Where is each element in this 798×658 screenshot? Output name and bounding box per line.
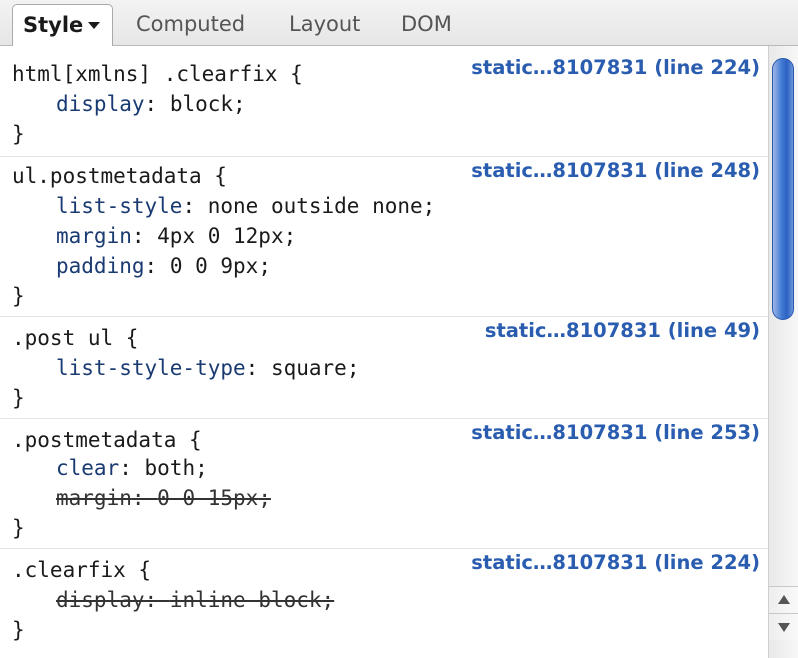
property-value: 0 0 9px xyxy=(169,254,259,278)
source-link[interactable]: static…8107831 (line 49) xyxy=(485,317,760,345)
tab-layout[interactable]: Layout xyxy=(289,4,360,46)
source-link[interactable]: static…8107831 (line 224) xyxy=(471,549,760,577)
property-name: margin xyxy=(56,224,132,248)
property-value: 0 0 15px xyxy=(157,486,259,510)
source-link[interactable]: static…8107831 (line 224) xyxy=(471,54,760,82)
css-property[interactable]: list-style-type: square; xyxy=(56,353,359,383)
arrow-down-icon xyxy=(778,623,790,632)
css-property-overridden[interactable]: margin: 0 0 15px; xyxy=(56,483,271,513)
css-rule: .post ul { static…8107831 (line 49) list… xyxy=(0,316,768,416)
css-rule: ul.postmetadata { static…8107831 (line 2… xyxy=(0,156,768,312)
property-value: both xyxy=(144,456,196,480)
source-link[interactable]: static…8107831 (line 253) xyxy=(471,419,760,447)
tab-computed[interactable]: Computed xyxy=(136,4,245,46)
property-name: list-style xyxy=(56,194,183,218)
property-value: block xyxy=(169,92,234,116)
scrollbar-thumb[interactable] xyxy=(772,58,794,320)
property-name: display xyxy=(56,92,145,116)
property-name: margin xyxy=(56,486,132,510)
rule-close-brace: } xyxy=(12,618,25,642)
rule-selector[interactable]: .clearfix { xyxy=(12,555,151,585)
css-rule: .postmetadata { static…8107831 (line 253… xyxy=(0,418,768,544)
rule-close-brace: } xyxy=(12,516,25,540)
css-property[interactable]: list-style: none outside none; xyxy=(56,191,435,221)
rule-close-brace: } xyxy=(12,386,25,410)
rule-close-brace: } xyxy=(12,122,25,146)
rule-selector[interactable]: .postmetadata { xyxy=(12,425,202,455)
scroll-up-button[interactable] xyxy=(769,586,798,613)
css-property[interactable]: clear: both; xyxy=(56,453,208,483)
rule-selector[interactable]: ul.postmetadata { xyxy=(12,161,227,191)
tab-style-label: Style xyxy=(23,13,84,37)
tab-dom[interactable]: DOM xyxy=(401,4,452,46)
panel-tab-bar: Style Computed Layout DOM xyxy=(0,0,798,47)
css-property[interactable]: display: block; xyxy=(56,89,246,119)
property-value: inline-block xyxy=(169,588,322,612)
css-property-overridden[interactable]: display: inline-block; xyxy=(56,585,334,615)
rule-close-brace: } xyxy=(12,284,25,308)
rule-selector[interactable]: html[xmlns] .clearfix { xyxy=(12,59,303,89)
property-name: display xyxy=(56,588,145,612)
property-value: none outside none xyxy=(207,194,423,218)
arrow-up-icon xyxy=(778,595,790,604)
rule-selector[interactable]: .post ul { xyxy=(12,323,138,353)
css-property[interactable]: padding: 0 0 9px; xyxy=(56,251,271,281)
property-name: padding xyxy=(56,254,145,278)
scroll-down-button[interactable] xyxy=(769,613,798,640)
vertical-scrollbar[interactable] xyxy=(768,46,798,658)
css-rule: .clearfix { static…8107831 (line 224) di… xyxy=(0,548,768,648)
css-property[interactable]: margin: 4px 0 12px; xyxy=(56,221,296,251)
tab-style[interactable]: Style xyxy=(12,4,113,47)
css-rules-pane: html[xmlns] .clearfix { static…8107831 (… xyxy=(0,46,768,658)
property-value: square xyxy=(270,356,347,380)
property-name: clear xyxy=(56,456,120,480)
chevron-down-icon[interactable] xyxy=(88,21,101,29)
source-link[interactable]: static…8107831 (line 248) xyxy=(471,157,760,185)
property-name: list-style-type xyxy=(56,356,246,380)
property-value: 4px 0 12px xyxy=(157,224,284,248)
css-rule: html[xmlns] .clearfix { static…8107831 (… xyxy=(0,46,768,150)
